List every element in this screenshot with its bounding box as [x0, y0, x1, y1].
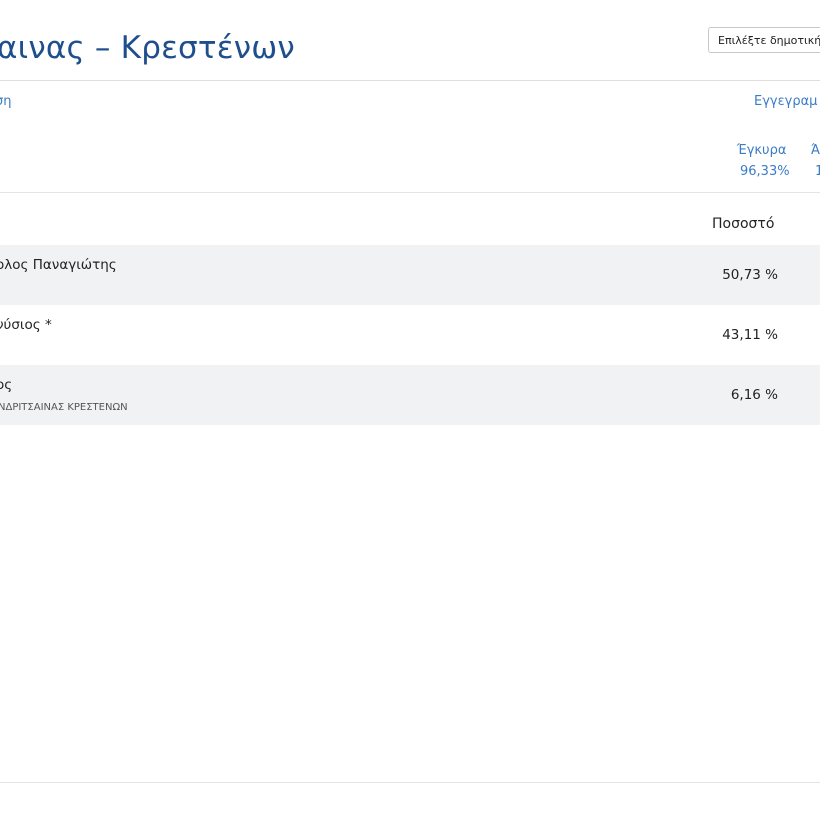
divider — [0, 192, 820, 193]
second-stat-label[interactable]: Ά — [811, 143, 820, 158]
second-stat-value: 1 — [815, 164, 820, 179]
table-row: ος ΝΔΡΙΤΣΑΙΝΑΣ ΚΡΕΣΤΕΝΩΝ 6,16 % — [0, 365, 820, 425]
registered-voters-link[interactable]: Εγγεγραμ — [754, 94, 817, 109]
candidate-name: ολος Παναγιώτης — [0, 257, 117, 273]
candidate-percentage: 6,16 % — [730, 387, 778, 403]
divider — [0, 80, 820, 81]
valid-votes-value: 96,33% — [740, 164, 790, 179]
page-title: αινας – Κρεστένων — [0, 30, 295, 66]
candidate-percentage: 50,73 % — [722, 267, 778, 283]
candidate-name: ος — [0, 377, 13, 393]
candidate-percentage: 43,11 % — [722, 327, 778, 343]
municipality-select[interactable]: Επιλέξτε δημοτική — [708, 27, 820, 53]
candidate-name: νύσιος * — [0, 317, 52, 333]
nav-link-left[interactable]: ση — [0, 94, 11, 109]
divider — [0, 782, 820, 783]
valid-votes-label[interactable]: Έγκυρα — [737, 143, 786, 158]
candidate-party: ΝΔΡΙΤΣΑΙΝΑΣ ΚΡΕΣΤΕΝΩΝ — [0, 402, 128, 413]
percentage-column-header: Ποσοστό — [712, 216, 775, 232]
table-row: ολος Παναγιώτης 50,73 % — [0, 245, 820, 305]
table-row: νύσιος * 43,11 % — [0, 305, 820, 365]
